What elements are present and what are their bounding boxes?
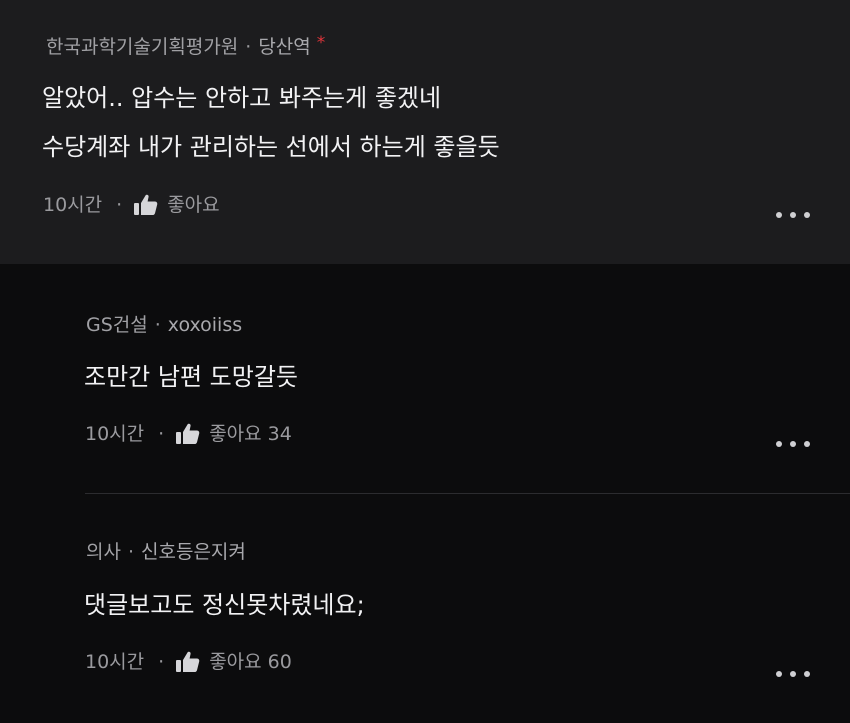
like-button[interactable]: 좋아요 bbox=[134, 192, 220, 218]
comment-text-line: 댓글보고도 정신못차렸네요; bbox=[84, 591, 365, 619]
comment-meta: 의사 · 신호등은지켜 bbox=[86, 539, 246, 565]
author-nickname[interactable]: 당산역 bbox=[258, 36, 310, 58]
more-options-button[interactable] bbox=[776, 439, 810, 449]
action-separator: · bbox=[116, 194, 123, 216]
like-label: 좋아요 bbox=[209, 423, 262, 445]
author-nickname[interactable]: 신호등은지켜 bbox=[141, 541, 246, 563]
comment-item: 한국과학기술기획평가원 · 당산역 * 알았어.. 압수는 안하고 봐주는게 좋겠네 … bbox=[0, 0, 850, 264]
author-nickname[interactable]: xoxoiiss bbox=[168, 314, 242, 336]
more-options-button[interactable] bbox=[776, 669, 810, 679]
comment-text-line: 알았어.. 압수는 안하고 봐주는게 좋겠네 bbox=[42, 84, 442, 112]
thumbs-up-icon bbox=[176, 423, 200, 444]
author-mark: * bbox=[316, 33, 326, 53]
meta-separator: · bbox=[245, 36, 252, 58]
comment-time: 10시간 bbox=[43, 194, 103, 216]
comment-text-line: 조만간 남편 도망갈듯 bbox=[84, 363, 298, 391]
comment-actions: 10시간 · 좋아요 bbox=[43, 192, 220, 218]
author-company[interactable]: 의사 bbox=[86, 541, 121, 563]
more-options-button[interactable] bbox=[776, 210, 810, 220]
thumbs-up-icon bbox=[134, 194, 158, 215]
like-count: 34 bbox=[267, 423, 292, 445]
comment-actions: 10시간 · 좋아요 34 bbox=[85, 421, 292, 447]
comment-thread: 한국과학기술기획평가원 · 당산역 * 알았어.. 압수는 안하고 봐주는게 좋겠네 … bbox=[0, 0, 850, 723]
reply-item: GS건설 · xoxoiiss 조만간 남편 도망갈듯 10시간 · 좋아요 34 bbox=[0, 264, 850, 493]
action-separator: · bbox=[158, 423, 165, 445]
more-horizontal-icon bbox=[776, 441, 782, 447]
comment-time: 10시간 bbox=[85, 423, 145, 445]
comment-time: 10시간 bbox=[85, 651, 145, 673]
more-horizontal-icon bbox=[776, 671, 782, 677]
comment-text-line: 수당계좌 내가 관리하는 선에서 하는게 좋을듯 bbox=[42, 133, 500, 161]
meta-separator: · bbox=[127, 541, 135, 563]
like-label: 좋아요 bbox=[209, 651, 262, 673]
author-company[interactable]: GS건설 bbox=[86, 314, 148, 336]
comment-meta: GS건설 · xoxoiiss bbox=[86, 312, 242, 338]
comment-meta: 한국과학기술기획평가원 · 당산역 * bbox=[46, 30, 325, 60]
like-count: 60 bbox=[267, 651, 292, 673]
like-label: 좋아요 bbox=[167, 194, 220, 216]
author-company[interactable]: 한국과학기술기획평가원 bbox=[46, 36, 238, 58]
comment-actions: 10시간 · 좋아요 60 bbox=[85, 649, 292, 675]
like-button[interactable]: 좋아요 34 bbox=[176, 421, 292, 447]
reply-item: 의사 · 신호등은지켜 댓글보고도 정신못차렸네요; 10시간 · 좋아요 60 bbox=[0, 494, 850, 723]
meta-separator: · bbox=[154, 314, 161, 336]
like-button[interactable]: 좋아요 60 bbox=[176, 649, 292, 675]
more-horizontal-icon bbox=[776, 212, 782, 218]
action-separator: · bbox=[158, 651, 165, 673]
thumbs-up-icon bbox=[176, 651, 200, 672]
